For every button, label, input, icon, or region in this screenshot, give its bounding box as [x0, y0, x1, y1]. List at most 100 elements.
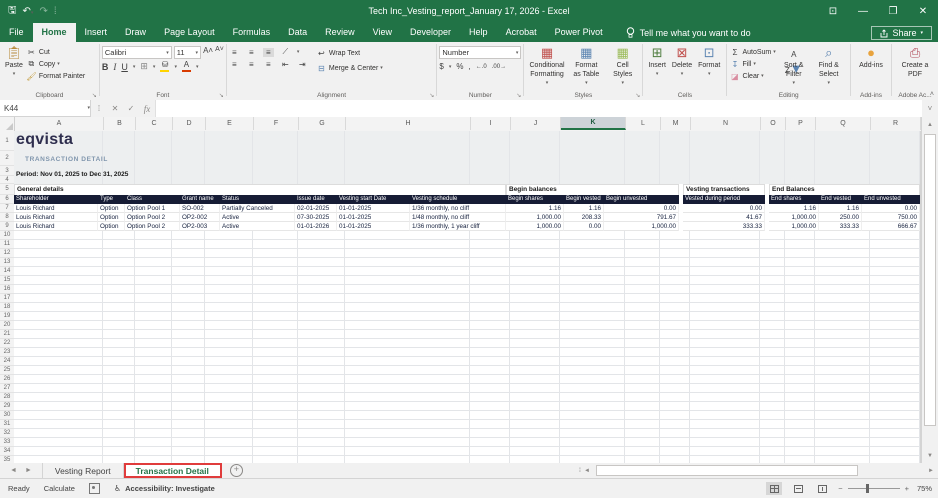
- macro-record-icon[interactable]: [89, 483, 100, 494]
- row-header-23[interactable]: 23: [0, 348, 14, 357]
- cell[interactable]: 1,000.00: [506, 213, 564, 222]
- row-header-10[interactable]: 10: [0, 231, 14, 240]
- cell[interactable]: 1,000.00: [769, 222, 819, 231]
- create-pdf-button[interactable]: ⎙︎Create a PDF: [894, 44, 936, 82]
- col-header-cell[interactable]: Begin vested: [564, 195, 604, 204]
- cell[interactable]: OP2-003: [180, 222, 220, 231]
- cell[interactable]: Louis Richard: [14, 204, 98, 213]
- scroll-up-icon[interactable]: ▲: [924, 119, 936, 130]
- column-header-H[interactable]: H: [346, 117, 471, 130]
- scroll-right-icon[interactable]: ►: [926, 468, 936, 474]
- menu-tab-file[interactable]: File: [0, 23, 33, 42]
- row-header-28[interactable]: 28: [0, 393, 14, 402]
- sort-filter-button[interactable]: AZ▼Sort & Filter▾: [776, 44, 812, 88]
- cell[interactable]: Option: [98, 222, 125, 231]
- clear-button[interactable]: ◪Clear▾: [729, 71, 775, 81]
- column-header-G[interactable]: G: [299, 117, 346, 130]
- column-header-A[interactable]: A: [15, 117, 104, 130]
- column-header-P[interactable]: P: [786, 117, 816, 130]
- new-sheet-button[interactable]: +: [230, 464, 243, 477]
- font-color-button[interactable]: A: [182, 61, 191, 72]
- row-header-2[interactable]: 2: [0, 151, 14, 166]
- formula-bar-expand-icon[interactable]: ˅: [922, 100, 938, 117]
- cell[interactable]: SO-002: [180, 204, 220, 213]
- vertical-scrollbar[interactable]: ▲ ▼: [921, 117, 938, 463]
- row-header-31[interactable]: 31: [0, 420, 14, 429]
- find-select-button[interactable]: ⌕Find & Select▾: [812, 44, 846, 88]
- spreadsheet-grid[interactable]: eqvista TRANSACTION DETAIL Period: Nov 0…: [14, 131, 921, 463]
- cell[interactable]: Option Pool 1: [125, 204, 180, 213]
- column-header-R[interactable]: R: [871, 117, 921, 130]
- accounting-format-icon[interactable]: $: [439, 62, 443, 71]
- cell[interactable]: 250.00: [819, 213, 862, 222]
- cell[interactable]: 41.67: [683, 213, 765, 222]
- comma-style-icon[interactable]: ,: [468, 62, 470, 71]
- cell[interactable]: 750.00: [862, 213, 920, 222]
- cell[interactable]: 1/36 monthly, 1 year cliff: [410, 222, 506, 231]
- column-header-D[interactable]: D: [173, 117, 206, 130]
- collapse-ribbon-icon[interactable]: ˄: [930, 91, 934, 98]
- align-left-icon[interactable]: ≡: [229, 60, 240, 69]
- cell[interactable]: Active: [220, 213, 295, 222]
- menu-tab-view[interactable]: View: [364, 23, 401, 42]
- cell[interactable]: Partially Canceled: [220, 204, 295, 213]
- accessibility-status[interactable]: Accessibility: Investigate: [125, 484, 215, 493]
- column-header-M[interactable]: M: [661, 117, 691, 130]
- row-header-7[interactable]: 7: [0, 204, 14, 213]
- insert-function-icon[interactable]: fx: [139, 100, 155, 117]
- column-header-E[interactable]: E: [206, 117, 254, 130]
- enter-icon[interactable]: ✓: [123, 100, 139, 117]
- group-header[interactable]: Begin balances: [506, 184, 679, 195]
- menu-tab-power-pivot[interactable]: Power Pivot: [546, 23, 612, 42]
- row-header-32[interactable]: 32: [0, 429, 14, 438]
- row-header-14[interactable]: 14: [0, 267, 14, 276]
- merge-center-button[interactable]: ⊟Merge & Center▾: [316, 63, 383, 73]
- row-header-22[interactable]: 22: [0, 339, 14, 348]
- cell[interactable]: 208.33: [564, 213, 604, 222]
- shrink-font-button[interactable]: A˅: [215, 46, 224, 59]
- dialog-launcher-icon[interactable]: ↘: [635, 92, 640, 99]
- col-header-cell[interactable]: End shares: [769, 195, 819, 204]
- cell[interactable]: 333.33: [819, 222, 862, 231]
- zoom-in-icon[interactable]: +: [905, 484, 909, 493]
- select-all-corner[interactable]: [0, 117, 15, 131]
- prev-sheet-icon[interactable]: ◄: [10, 467, 17, 474]
- dialog-launcher-icon[interactable]: ↘: [92, 92, 97, 99]
- row-header-3[interactable]: 3: [0, 166, 14, 176]
- row-header-17[interactable]: 17: [0, 294, 14, 303]
- row-header-30[interactable]: 30: [0, 411, 14, 420]
- align-middle-icon[interactable]: ≡: [246, 48, 257, 57]
- column-header-C[interactable]: C: [136, 117, 173, 130]
- format-as-table-button[interactable]: ▦ Format as Table▾: [568, 44, 605, 88]
- cell[interactable]: 333.33: [683, 222, 765, 231]
- cut-button[interactable]: ✂Cut: [26, 47, 85, 57]
- col-header-cell[interactable]: Vesting schedule: [410, 195, 506, 204]
- restore-button[interactable]: ❐: [878, 0, 908, 22]
- cell[interactable]: Louis Richard: [14, 213, 98, 222]
- cell[interactable]: 0.00: [862, 204, 920, 213]
- cell[interactable]: 0.00: [604, 204, 679, 213]
- cell[interactable]: 1/48 monthly, no cliff: [410, 213, 506, 222]
- align-center-icon[interactable]: ≡: [246, 60, 257, 69]
- cell[interactable]: 1,000.00: [506, 222, 564, 231]
- cell[interactable]: 1.16: [819, 204, 862, 213]
- group-header[interactable]: Vesting transactions: [683, 184, 765, 195]
- horizontal-scroll-thumb[interactable]: [596, 465, 858, 476]
- cell[interactable]: 1.16: [769, 204, 819, 213]
- grow-font-button[interactable]: A˄: [203, 46, 213, 59]
- save-icon[interactable]: 🖫︎: [8, 3, 17, 20]
- column-header-Q[interactable]: Q: [816, 117, 871, 130]
- menu-tab-review[interactable]: Review: [316, 23, 364, 42]
- cell[interactable]: 01-01-2025: [337, 213, 410, 222]
- sheet-tab-transaction-detail[interactable]: Transaction Detail: [124, 463, 222, 478]
- wrap-text-button[interactable]: ↩Wrap Text: [316, 48, 383, 58]
- bold-button[interactable]: B: [102, 62, 109, 72]
- format-painter-button[interactable]: 🖌︎Format Painter: [26, 71, 85, 81]
- underline-button[interactable]: U: [121, 62, 128, 72]
- row-header-19[interactable]: 19: [0, 312, 14, 321]
- align-right-icon[interactable]: ≡: [263, 60, 274, 69]
- increase-indent-icon[interactable]: ⇥: [297, 60, 308, 69]
- row-header-34[interactable]: 34: [0, 447, 14, 456]
- col-header-cell[interactable]: Type: [98, 195, 125, 204]
- scroll-left-icon[interactable]: ◄: [582, 468, 592, 474]
